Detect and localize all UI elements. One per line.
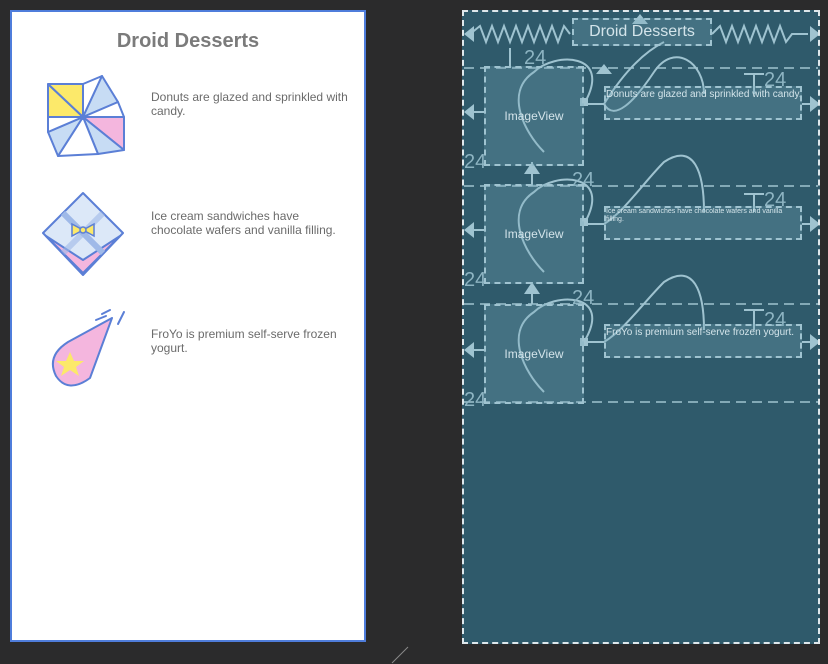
margin-label: 24	[464, 151, 487, 173]
text-view-content: Ice cream sandwiches have chocolate wafe…	[606, 208, 783, 223]
text-view-2[interactable]: Ice cream sandwiches have chocolate wafe…	[604, 206, 802, 240]
text-view-content: Donuts are glazed and sprinkled with can…	[606, 89, 800, 100]
ice-cream-sandwich-icon[interactable]	[38, 190, 128, 280]
image-view-1[interactable]: ImageView	[484, 66, 584, 166]
text-view-1[interactable]: Donuts are glazed and sprinkled with can…	[604, 86, 802, 120]
pinwheel-icon[interactable]	[38, 72, 128, 162]
page-title: Droid Desserts	[116, 30, 260, 52]
froyo-icon[interactable]	[38, 308, 128, 398]
blueprint-preview[interactable]: 24 24 24 24 24 24 24 24 24 Droid Dessert…	[462, 10, 820, 644]
image-view-3[interactable]: ImageView	[484, 304, 584, 404]
resize-handle[interactable]	[390, 646, 410, 664]
image-view-2[interactable]: ImageView	[484, 184, 584, 284]
text-view-3[interactable]: FroYo is premium self-serve frozen yogur…	[604, 324, 802, 358]
text-view-content: FroYo is premium self-serve frozen yogur…	[606, 327, 795, 338]
dessert-description: Ice cream sandwiches have chocolate wafe…	[151, 209, 336, 237]
blueprint-title-view[interactable]: Droid Desserts	[572, 18, 712, 46]
margin-label: 24	[464, 389, 487, 411]
dessert-description: Donuts are glazed and sprinkled with can…	[151, 90, 348, 118]
image-view-label: ImageView	[504, 227, 564, 241]
dessert-description: FroYo is premium self-serve frozen yogur…	[151, 327, 337, 355]
blueprint-title: Droid Desserts	[589, 23, 695, 40]
image-view-label: ImageView	[504, 347, 564, 361]
image-view-label: ImageView	[504, 109, 564, 123]
design-preview[interactable]: Droid Desserts Donuts are glazed and spr…	[10, 10, 366, 642]
margin-label: 24	[464, 269, 487, 291]
margin-label: 24	[524, 47, 547, 69]
